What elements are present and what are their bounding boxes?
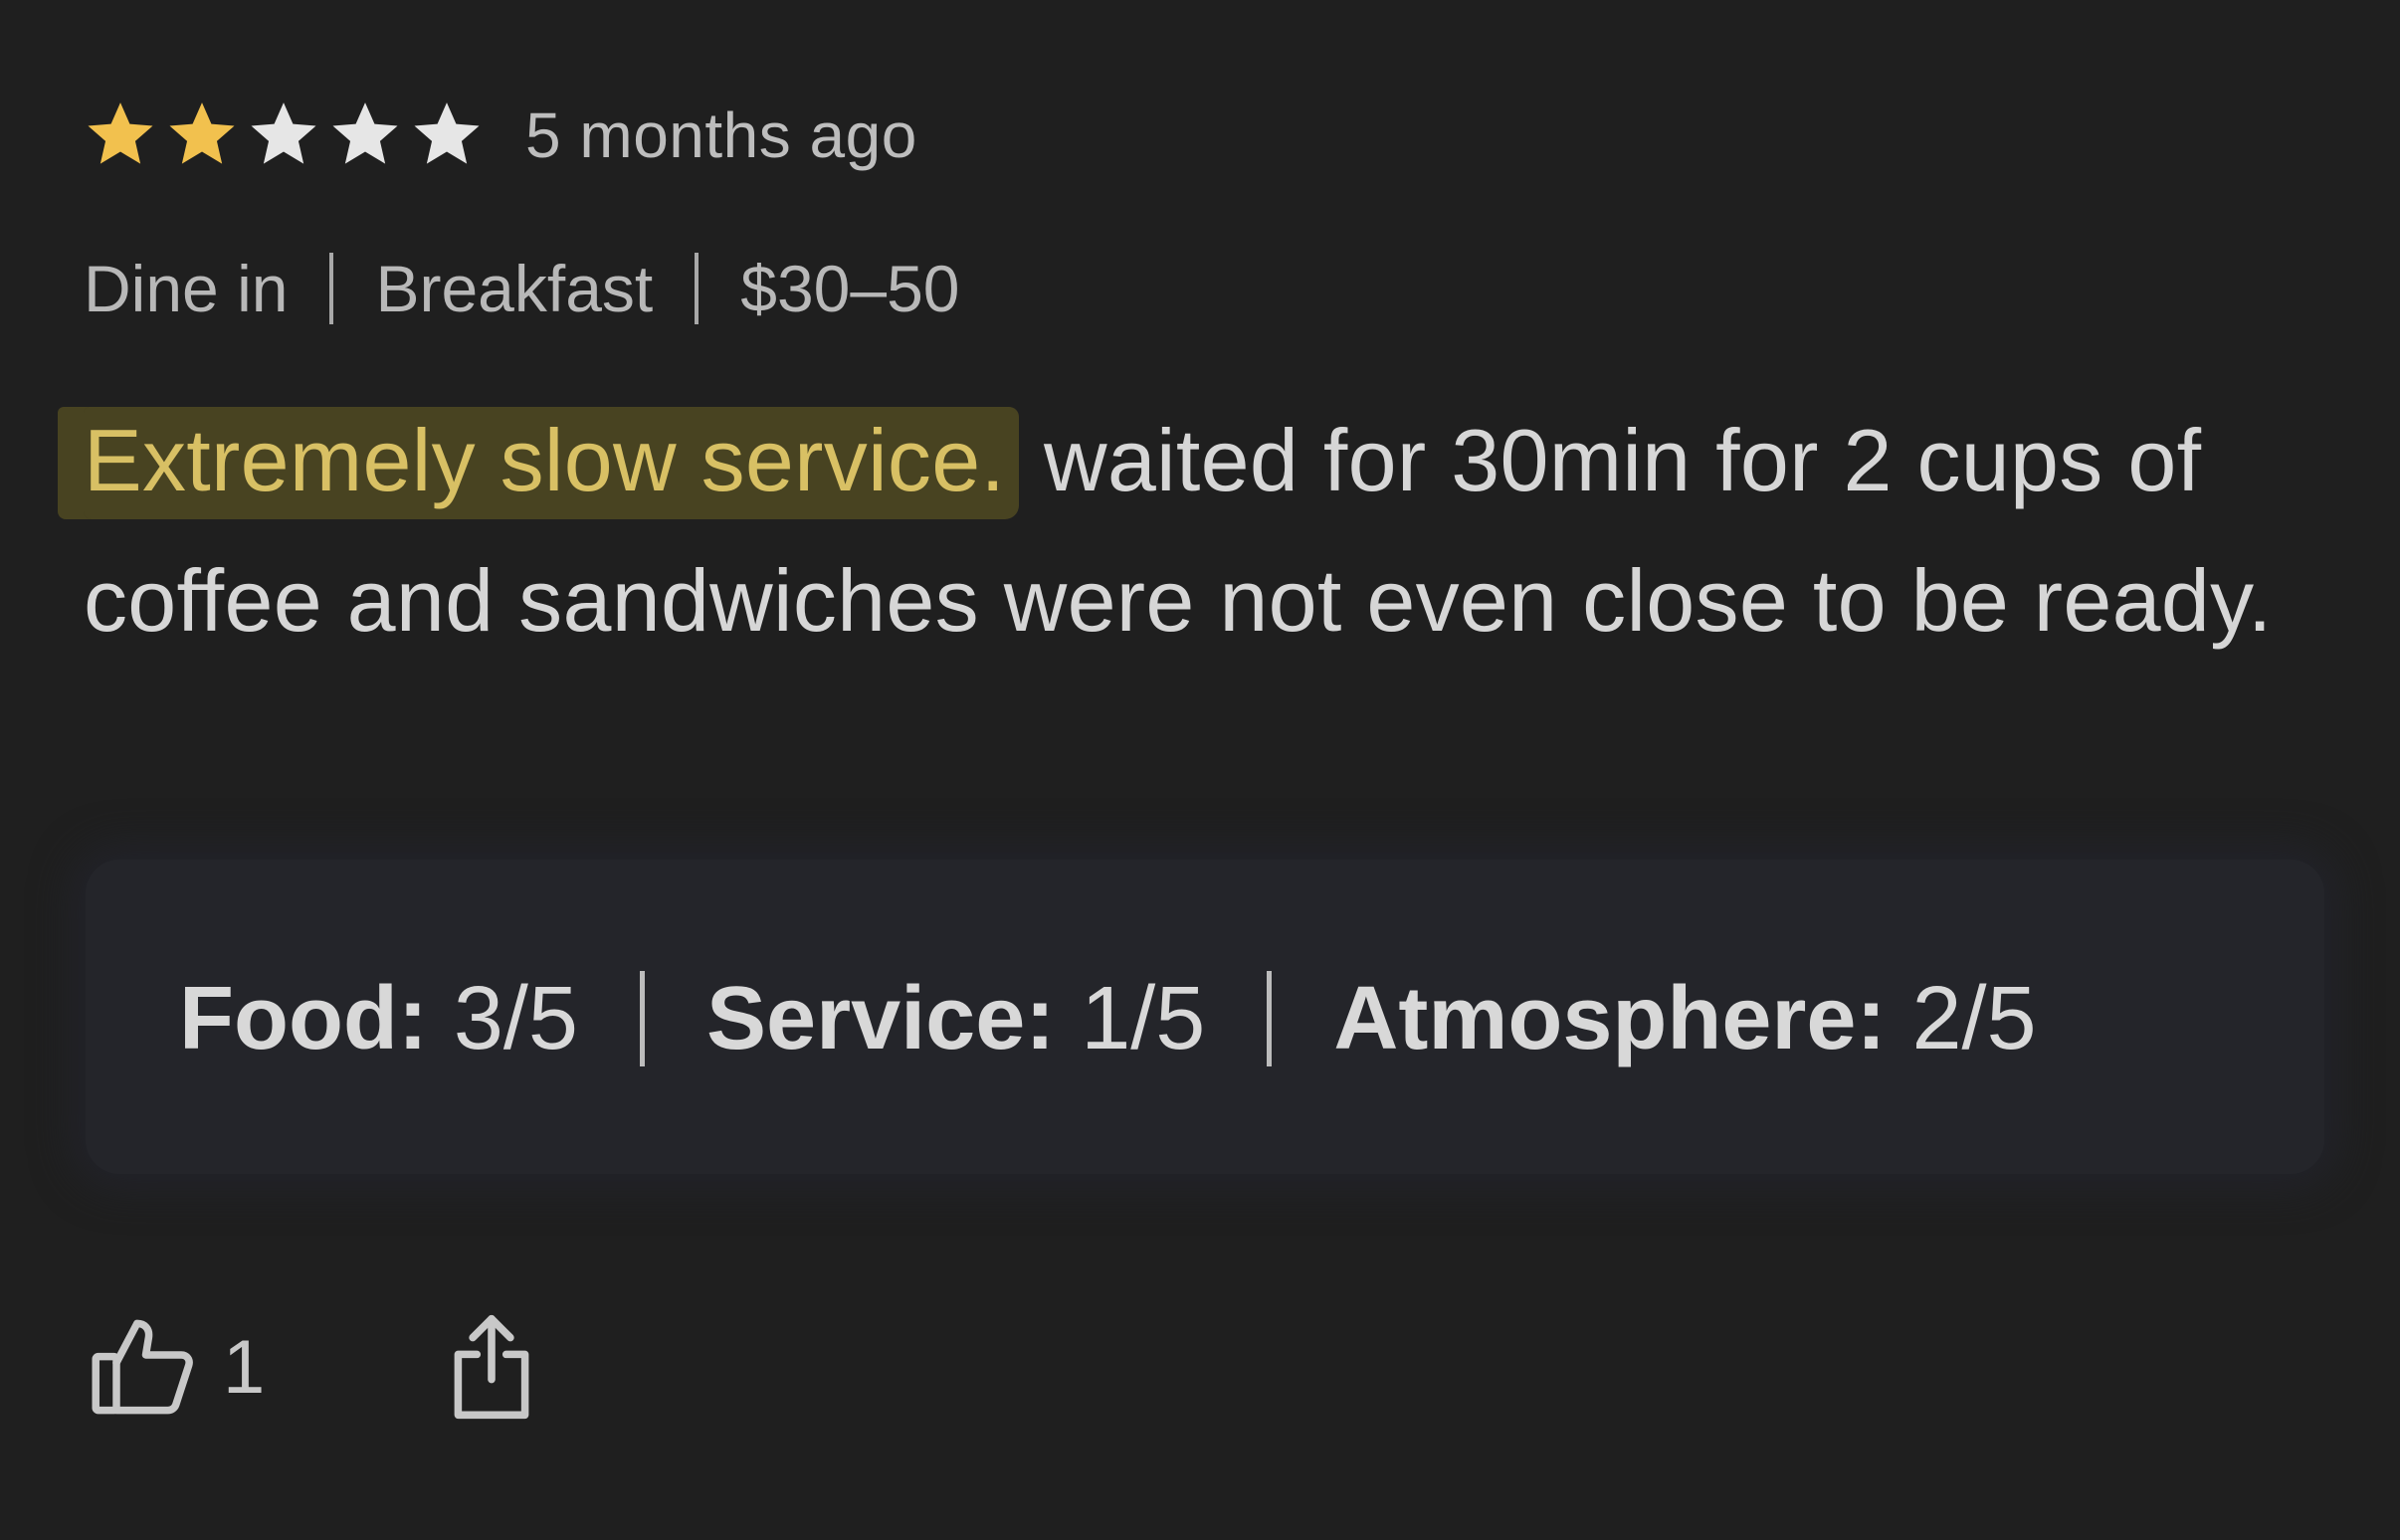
- highlighted-text: Extremely slow service.: [84, 407, 1020, 519]
- divider: [1267, 971, 1273, 1066]
- atmosphere-label: Atmosphere:: [1333, 968, 1887, 1068]
- meal-type: Breakfast: [375, 252, 654, 325]
- service-type: Dine in: [84, 252, 289, 325]
- review-card: 5 months ago Dine in Breakfast $30–50 Ex…: [0, 0, 2400, 1540]
- rating-row: 5 months ago: [82, 96, 917, 175]
- review-actions: 1: [90, 1309, 533, 1425]
- service-label: Service:: [706, 968, 1056, 1068]
- share-icon: [450, 1312, 533, 1422]
- star-rating: [82, 96, 490, 175]
- star-icon: [82, 96, 163, 175]
- share-button[interactable]: [450, 1312, 533, 1422]
- review-timestamp: 5 months ago: [525, 99, 917, 171]
- sub-ratings-box: Food: 3/5 Service: 1/5 Atmosphere: 2/5: [86, 860, 2324, 1174]
- review-meta: Dine in Breakfast $30–50: [84, 249, 960, 328]
- food-label: Food:: [179, 968, 428, 1068]
- divider: [640, 971, 645, 1066]
- star-icon: [245, 96, 326, 175]
- divider: [329, 253, 334, 324]
- service-score: 1/5: [1081, 968, 1206, 1068]
- thumbs-up-icon: [90, 1315, 197, 1419]
- like-button[interactable]: 1: [90, 1315, 265, 1419]
- star-icon: [408, 96, 490, 175]
- price-range: $30–50: [740, 252, 960, 325]
- star-icon: [326, 96, 408, 175]
- food-score: 3/5: [453, 968, 578, 1068]
- like-count: 1: [223, 1324, 266, 1410]
- review-text: Extremely slow service. waited for 30min…: [84, 390, 2332, 671]
- sub-ratings: Food: 3/5 Service: 1/5 Atmosphere: 2/5: [179, 969, 2037, 1068]
- star-icon: [163, 96, 245, 175]
- divider: [695, 253, 700, 324]
- atmosphere-score: 2/5: [1911, 968, 2037, 1068]
